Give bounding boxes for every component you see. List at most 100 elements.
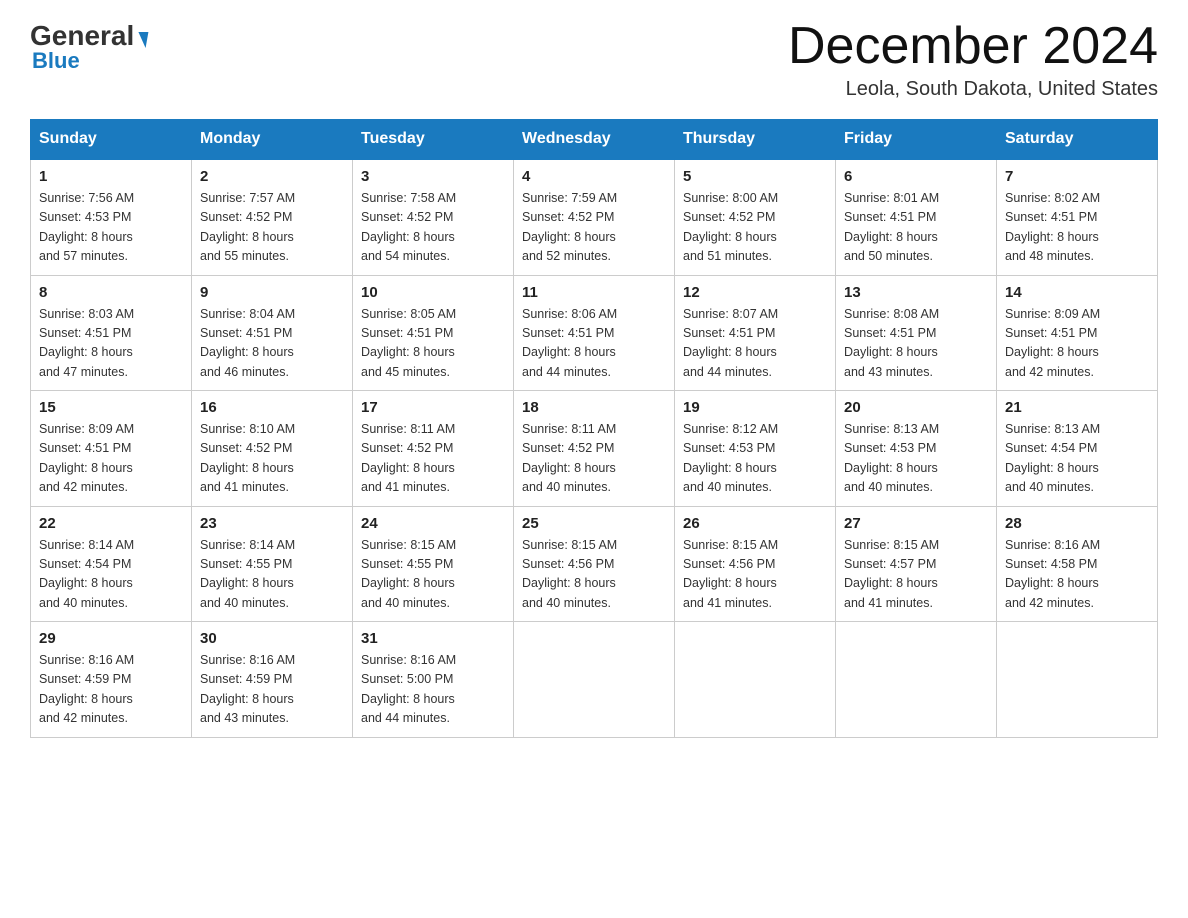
day-number: 26 (683, 515, 827, 532)
day-info: Sunrise: 8:06 AM Sunset: 4:51 PM Dayligh… (522, 305, 666, 383)
day-number: 30 (200, 630, 344, 647)
day-number: 9 (200, 284, 344, 301)
header-sunday: Sunday (31, 120, 192, 160)
header-wednesday: Wednesday (514, 120, 675, 160)
day-info: Sunrise: 8:11 AM Sunset: 4:52 PM Dayligh… (361, 420, 505, 498)
table-row: 22 Sunrise: 8:14 AM Sunset: 4:54 PM Dayl… (31, 506, 192, 622)
table-row: 6 Sunrise: 8:01 AM Sunset: 4:51 PM Dayli… (836, 159, 997, 275)
table-row: 15 Sunrise: 8:09 AM Sunset: 4:51 PM Dayl… (31, 391, 192, 507)
table-row: 3 Sunrise: 7:58 AM Sunset: 4:52 PM Dayli… (353, 159, 514, 275)
logo-triangle-icon (136, 32, 149, 48)
table-row: 10 Sunrise: 8:05 AM Sunset: 4:51 PM Dayl… (353, 275, 514, 391)
day-info: Sunrise: 8:16 AM Sunset: 4:59 PM Dayligh… (39, 651, 183, 729)
table-row: 1 Sunrise: 7:56 AM Sunset: 4:53 PM Dayli… (31, 159, 192, 275)
month-title: December 2024 (788, 20, 1158, 72)
day-info: Sunrise: 8:12 AM Sunset: 4:53 PM Dayligh… (683, 420, 827, 498)
table-row: 11 Sunrise: 8:06 AM Sunset: 4:51 PM Dayl… (514, 275, 675, 391)
calendar-week-row: 22 Sunrise: 8:14 AM Sunset: 4:54 PM Dayl… (31, 506, 1158, 622)
table-row: 24 Sunrise: 8:15 AM Sunset: 4:55 PM Dayl… (353, 506, 514, 622)
table-row (997, 622, 1158, 738)
calendar-week-row: 8 Sunrise: 8:03 AM Sunset: 4:51 PM Dayli… (31, 275, 1158, 391)
day-number: 8 (39, 284, 183, 301)
day-info: Sunrise: 8:16 AM Sunset: 5:00 PM Dayligh… (361, 651, 505, 729)
table-row: 5 Sunrise: 8:00 AM Sunset: 4:52 PM Dayli… (675, 159, 836, 275)
header-saturday: Saturday (997, 120, 1158, 160)
day-info: Sunrise: 8:14 AM Sunset: 4:55 PM Dayligh… (200, 536, 344, 614)
table-row: 20 Sunrise: 8:13 AM Sunset: 4:53 PM Dayl… (836, 391, 997, 507)
day-number: 10 (361, 284, 505, 301)
table-row (675, 622, 836, 738)
day-info: Sunrise: 8:00 AM Sunset: 4:52 PM Dayligh… (683, 189, 827, 267)
day-info: Sunrise: 8:07 AM Sunset: 4:51 PM Dayligh… (683, 305, 827, 383)
day-info: Sunrise: 7:56 AM Sunset: 4:53 PM Dayligh… (39, 189, 183, 267)
header-monday: Monday (192, 120, 353, 160)
day-info: Sunrise: 8:15 AM Sunset: 4:56 PM Dayligh… (683, 536, 827, 614)
calendar-week-row: 15 Sunrise: 8:09 AM Sunset: 4:51 PM Dayl… (31, 391, 1158, 507)
day-info: Sunrise: 8:16 AM Sunset: 4:58 PM Dayligh… (1005, 536, 1149, 614)
table-row: 17 Sunrise: 8:11 AM Sunset: 4:52 PM Dayl… (353, 391, 514, 507)
day-info: Sunrise: 7:58 AM Sunset: 4:52 PM Dayligh… (361, 189, 505, 267)
day-info: Sunrise: 8:04 AM Sunset: 4:51 PM Dayligh… (200, 305, 344, 383)
day-info: Sunrise: 8:15 AM Sunset: 4:57 PM Dayligh… (844, 536, 988, 614)
days-header-row: Sunday Monday Tuesday Wednesday Thursday… (31, 120, 1158, 160)
day-number: 11 (522, 284, 666, 301)
day-number: 29 (39, 630, 183, 647)
day-number: 14 (1005, 284, 1149, 301)
table-row: 8 Sunrise: 8:03 AM Sunset: 4:51 PM Dayli… (31, 275, 192, 391)
table-row: 12 Sunrise: 8:07 AM Sunset: 4:51 PM Dayl… (675, 275, 836, 391)
header-tuesday: Tuesday (353, 120, 514, 160)
header-thursday: Thursday (675, 120, 836, 160)
day-info: Sunrise: 8:02 AM Sunset: 4:51 PM Dayligh… (1005, 189, 1149, 267)
table-row: 7 Sunrise: 8:02 AM Sunset: 4:51 PM Dayli… (997, 159, 1158, 275)
day-number: 2 (200, 168, 344, 185)
day-number: 23 (200, 515, 344, 532)
table-row (836, 622, 997, 738)
calendar-table: Sunday Monday Tuesday Wednesday Thursday… (30, 119, 1158, 738)
day-number: 28 (1005, 515, 1149, 532)
day-info: Sunrise: 8:13 AM Sunset: 4:54 PM Dayligh… (1005, 420, 1149, 498)
logo: General Blue (30, 20, 147, 74)
header-friday: Friday (836, 120, 997, 160)
day-number: 1 (39, 168, 183, 185)
day-info: Sunrise: 8:15 AM Sunset: 4:55 PM Dayligh… (361, 536, 505, 614)
table-row: 18 Sunrise: 8:11 AM Sunset: 4:52 PM Dayl… (514, 391, 675, 507)
table-row: 29 Sunrise: 8:16 AM Sunset: 4:59 PM Dayl… (31, 622, 192, 738)
table-row: 30 Sunrise: 8:16 AM Sunset: 4:59 PM Dayl… (192, 622, 353, 738)
table-row: 26 Sunrise: 8:15 AM Sunset: 4:56 PM Dayl… (675, 506, 836, 622)
location-title: Leola, South Dakota, United States (788, 78, 1158, 101)
day-number: 13 (844, 284, 988, 301)
day-number: 7 (1005, 168, 1149, 185)
day-number: 18 (522, 399, 666, 416)
table-row: 4 Sunrise: 7:59 AM Sunset: 4:52 PM Dayli… (514, 159, 675, 275)
table-row: 13 Sunrise: 8:08 AM Sunset: 4:51 PM Dayl… (836, 275, 997, 391)
table-row: 27 Sunrise: 8:15 AM Sunset: 4:57 PM Dayl… (836, 506, 997, 622)
day-number: 12 (683, 284, 827, 301)
title-area: December 2024 Leola, South Dakota, Unite… (788, 20, 1158, 101)
day-info: Sunrise: 8:14 AM Sunset: 4:54 PM Dayligh… (39, 536, 183, 614)
day-number: 27 (844, 515, 988, 532)
day-info: Sunrise: 8:11 AM Sunset: 4:52 PM Dayligh… (522, 420, 666, 498)
table-row: 28 Sunrise: 8:16 AM Sunset: 4:58 PM Dayl… (997, 506, 1158, 622)
day-number: 20 (844, 399, 988, 416)
table-row: 25 Sunrise: 8:15 AM Sunset: 4:56 PM Dayl… (514, 506, 675, 622)
day-info: Sunrise: 8:05 AM Sunset: 4:51 PM Dayligh… (361, 305, 505, 383)
day-number: 25 (522, 515, 666, 532)
day-info: Sunrise: 8:15 AM Sunset: 4:56 PM Dayligh… (522, 536, 666, 614)
day-number: 3 (361, 168, 505, 185)
day-info: Sunrise: 8:13 AM Sunset: 4:53 PM Dayligh… (844, 420, 988, 498)
day-number: 21 (1005, 399, 1149, 416)
table-row: 23 Sunrise: 8:14 AM Sunset: 4:55 PM Dayl… (192, 506, 353, 622)
logo-blue: Blue (32, 48, 147, 74)
day-number: 16 (200, 399, 344, 416)
day-number: 17 (361, 399, 505, 416)
table-row: 16 Sunrise: 8:10 AM Sunset: 4:52 PM Dayl… (192, 391, 353, 507)
day-info: Sunrise: 8:09 AM Sunset: 4:51 PM Dayligh… (1005, 305, 1149, 383)
table-row: 31 Sunrise: 8:16 AM Sunset: 5:00 PM Dayl… (353, 622, 514, 738)
day-info: Sunrise: 8:16 AM Sunset: 4:59 PM Dayligh… (200, 651, 344, 729)
day-info: Sunrise: 7:59 AM Sunset: 4:52 PM Dayligh… (522, 189, 666, 267)
day-number: 15 (39, 399, 183, 416)
day-info: Sunrise: 8:03 AM Sunset: 4:51 PM Dayligh… (39, 305, 183, 383)
table-row (514, 622, 675, 738)
day-number: 5 (683, 168, 827, 185)
day-info: Sunrise: 8:01 AM Sunset: 4:51 PM Dayligh… (844, 189, 988, 267)
